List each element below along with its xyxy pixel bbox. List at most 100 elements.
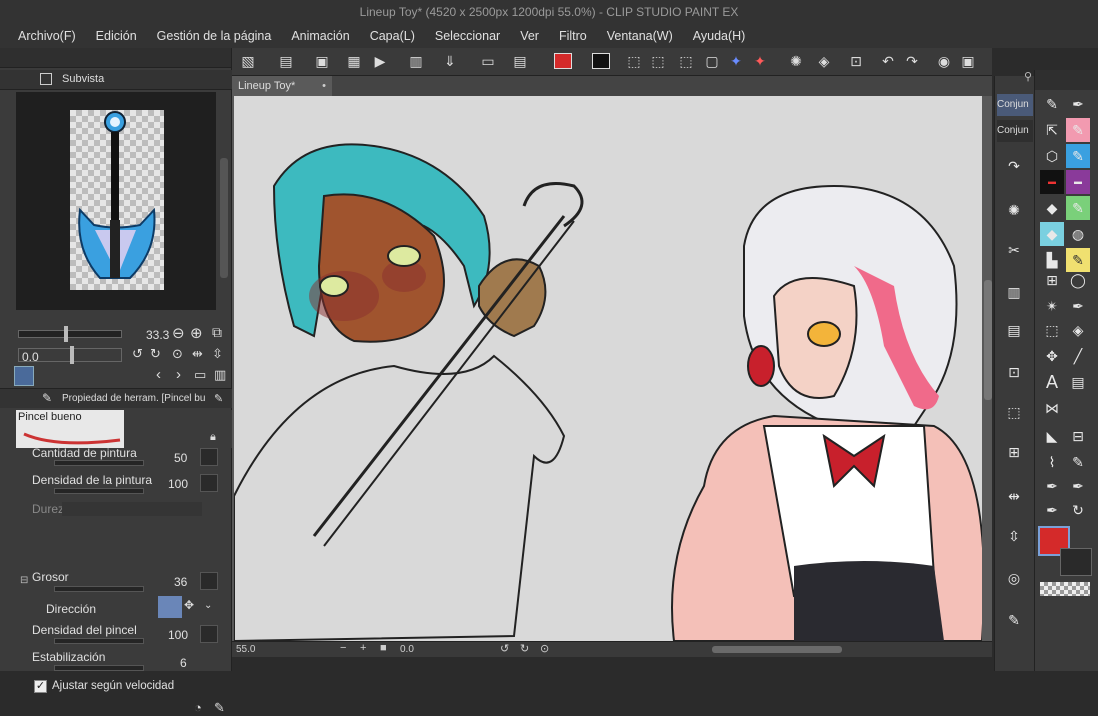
scissors-icon[interactable]: ✂	[1004, 240, 1024, 260]
frame-tool-icon[interactable]: ⊟	[1066, 424, 1090, 448]
rotate-right-icon[interactable]: ↻	[150, 346, 161, 362]
menu-animacion[interactable]: Animación	[281, 29, 359, 43]
lasso-tool-icon[interactable]: ◯	[1066, 268, 1090, 292]
prop-toggle-densidad-pintura[interactable]	[200, 474, 218, 492]
flip-v-icon[interactable]: ⇳	[1004, 526, 1024, 546]
sub-color-swatch[interactable]	[592, 53, 610, 69]
zoom-in-icon[interactable]: ⊕	[190, 324, 203, 342]
selection-off-icon[interactable]: ⬚	[624, 51, 644, 71]
conjunto-tab-2[interactable]: Conjun	[997, 120, 1033, 142]
move-tool-icon[interactable]: ⇱	[1040, 118, 1064, 142]
rotate-left-icon[interactable]: ↺	[132, 346, 143, 362]
subview-zoom-slider[interactable]	[18, 330, 122, 338]
folder-icon[interactable]: ▭	[478, 51, 498, 71]
redo-icon[interactable]: ↷	[902, 51, 922, 71]
prop-value-densidad-pintura[interactable]: 100	[168, 477, 188, 491]
menu-ver[interactable]: Ver	[510, 29, 549, 43]
wrench-icon[interactable]: ✎	[214, 700, 225, 716]
pen-alt-icon[interactable]: ✒	[1066, 294, 1090, 318]
save-icon[interactable]: ▣	[312, 51, 332, 71]
menu-edicion[interactable]: Edición	[86, 29, 147, 43]
rotate-reset-icon[interactable]: ⊙	[172, 346, 183, 362]
folder-open-icon[interactable]: ▭	[194, 367, 206, 383]
direction-dropdown-icon[interactable]: ⌄	[204, 600, 212, 611]
status-rotate-right-icon[interactable]: ↻	[520, 642, 529, 655]
canvas-angle-value[interactable]: 0.0	[400, 644, 414, 655]
prop-value-grosor[interactable]: 36	[174, 575, 187, 589]
menu-archivo[interactable]: Archivo(F)	[8, 29, 86, 43]
angle-slider-thumb[interactable]	[70, 346, 74, 364]
film-icon[interactable]: ▣	[958, 51, 978, 71]
status-rotate-reset-icon[interactable]: ⊙	[540, 642, 549, 655]
select-invert-icon[interactable]: ⬚	[648, 51, 668, 71]
prop-bar-densidad-pintura[interactable]	[54, 488, 144, 494]
magic-wand-red-icon[interactable]: ✦	[750, 51, 770, 71]
prop-toggle-densidad-pincel[interactable]	[200, 625, 218, 643]
prop-toggle-grosor[interactable]	[200, 572, 218, 590]
flip-horizontal-icon[interactable]: ⇹	[192, 346, 203, 362]
menu-seleccionar[interactable]: Seleccionar	[425, 29, 510, 43]
rect-select-icon[interactable]: ⬚	[1040, 318, 1064, 342]
flip-vertical-icon[interactable]: ⇳	[212, 346, 223, 362]
green-pencil-icon[interactable]: ✎	[1066, 196, 1090, 220]
eyedropper-icon[interactable]	[14, 366, 34, 386]
rotate-tool-icon[interactable]: ↻	[1066, 498, 1090, 522]
menu-capa[interactable]: Capa(L)	[360, 29, 425, 43]
pen-tool-icon[interactable]: ✒	[1066, 92, 1090, 116]
sparkle-tool-icon[interactable]: ✴	[1040, 294, 1064, 318]
paste-icon[interactable]: ▤	[1004, 320, 1024, 340]
page-icon[interactable]: ▤	[510, 51, 530, 71]
trash-icon[interactable]: ▥	[214, 367, 226, 383]
grid-tool-icon[interactable]: ⊞	[1040, 268, 1064, 292]
prop-bar-cantidad[interactable]	[54, 460, 144, 466]
prop-bar-densidad-pincel[interactable]	[54, 638, 144, 644]
previous-icon[interactable]: ‹	[156, 366, 161, 383]
new-canvas-icon[interactable]: ▧	[238, 51, 258, 71]
line-tool-icon[interactable]: ╱	[1066, 344, 1090, 368]
prop-value-cantidad[interactable]: 50	[174, 451, 187, 465]
sub-color-chip[interactable]	[1060, 548, 1092, 576]
busy-icon[interactable]: ✺	[1004, 200, 1024, 220]
status-fit-icon[interactable]: ■	[380, 642, 387, 654]
ruler-tool-icon[interactable]: ◣	[1040, 424, 1064, 448]
zoom-out-icon[interactable]: ⊖	[172, 324, 185, 342]
export-icon[interactable]: ⇓	[440, 51, 460, 71]
scale-icon[interactable]: ⬚	[1004, 402, 1024, 422]
loading-icon[interactable]: ✺	[786, 51, 806, 71]
menu-gestion-pagina[interactable]: Gestión de la página	[147, 29, 282, 43]
prop-toggle-cantidad[interactable]	[200, 448, 218, 466]
cyan-eraser-icon[interactable]: ◆	[1040, 222, 1064, 246]
eraser-tool-icon[interactable]: ◆	[1040, 196, 1064, 220]
menu-filtro[interactable]: Filtro	[549, 29, 597, 43]
prop-value-estabilizacion[interactable]: 6	[180, 656, 187, 670]
transform-box-icon[interactable]: ⊡	[1004, 362, 1024, 382]
transparent-color-chip[interactable]	[1040, 582, 1090, 596]
direction-option-1-icon[interactable]	[158, 596, 182, 618]
clipboard-icon[interactable]: ▥	[1004, 282, 1024, 302]
canvas-horizontal-scrollbar[interactable]	[712, 646, 842, 653]
menu-ventana[interactable]: Ventana(W)	[597, 29, 683, 43]
vector-pen-alt-icon[interactable]: ✒	[1066, 474, 1090, 498]
timeline-icon[interactable]: ▥	[406, 51, 426, 71]
drops-icon[interactable]: ◍	[1066, 222, 1090, 246]
object-tool-icon[interactable]: ⬡	[1040, 144, 1064, 168]
tab-modified-dot-icon[interactable]: •	[322, 76, 326, 96]
canvas-tab[interactable]: Lineup Toy* •	[232, 76, 332, 96]
blue-brush-icon[interactable]: ✎	[1066, 144, 1090, 168]
canvas-zoom-value[interactable]: 55.0	[236, 644, 255, 655]
vector-pen-icon[interactable]: ✒	[1040, 474, 1064, 498]
lock-icon[interactable]: 🔒︎	[210, 431, 216, 444]
select-area-icon[interactable]: ⬚	[676, 51, 696, 71]
tool-settings-icon[interactable]: ✎	[214, 392, 223, 405]
redo-arrow-icon[interactable]: ↷	[1004, 156, 1024, 176]
target-icon[interactable]: ◉	[934, 51, 954, 71]
subview-title[interactable]: Subvista	[62, 73, 104, 85]
animation-icon[interactable]: ▦	[344, 51, 364, 71]
pink-brush-icon[interactable]: ✎	[1066, 118, 1090, 142]
gauge-icon[interactable]: ◔	[194, 700, 202, 715]
gradient-tool-icon[interactable]: ▤	[1066, 370, 1090, 394]
main-color-swatch[interactable]	[554, 53, 572, 69]
flip-h-icon[interactable]: ⇹	[1004, 486, 1024, 506]
curve-tool-icon[interactable]: ⌇	[1040, 450, 1064, 474]
direction-option-2-icon[interactable]: ✥	[184, 598, 200, 616]
